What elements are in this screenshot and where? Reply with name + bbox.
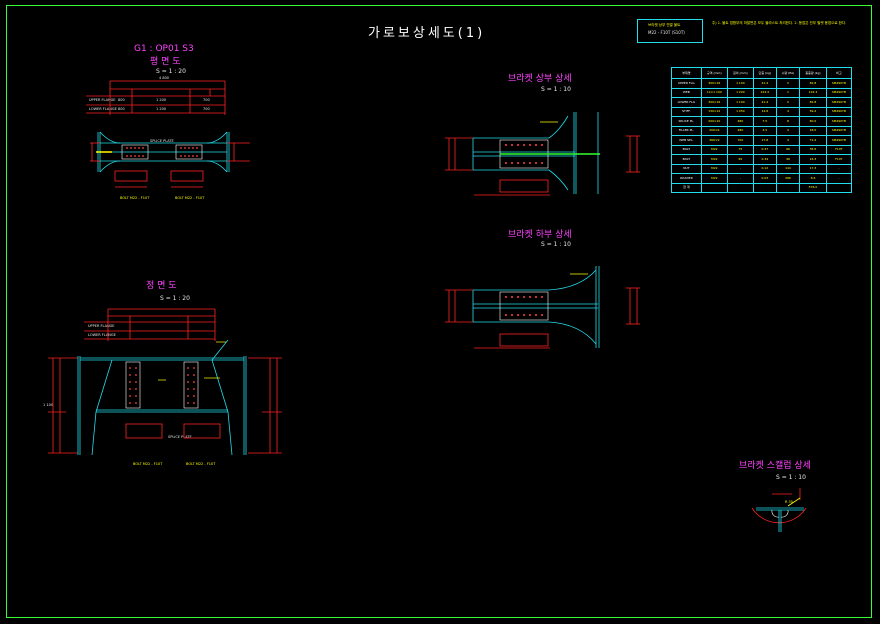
- plan-side-dims: [90, 142, 250, 188]
- bracket-scallop-view: [751, 488, 807, 532]
- bracket-bottom-view: [445, 266, 640, 349]
- plan-dimension-strings: [86, 80, 226, 115]
- plan-view: [86, 80, 250, 188]
- elev-bolt-holes: [129, 367, 195, 404]
- plan-girder: [97, 131, 230, 173]
- bracket-bottom-bolts: [505, 296, 543, 316]
- drawing-canvas: [48, 80, 807, 532]
- bracket-top-steel: [472, 112, 599, 194]
- bracket-top-view: [445, 112, 640, 196]
- elev-dimension-strings: [48, 308, 282, 454]
- elev-leaders: [158, 341, 226, 381]
- bracket-bottom-steel: [472, 266, 600, 348]
- elevation-view: [48, 308, 282, 456]
- elev-splice-plates: [125, 361, 199, 409]
